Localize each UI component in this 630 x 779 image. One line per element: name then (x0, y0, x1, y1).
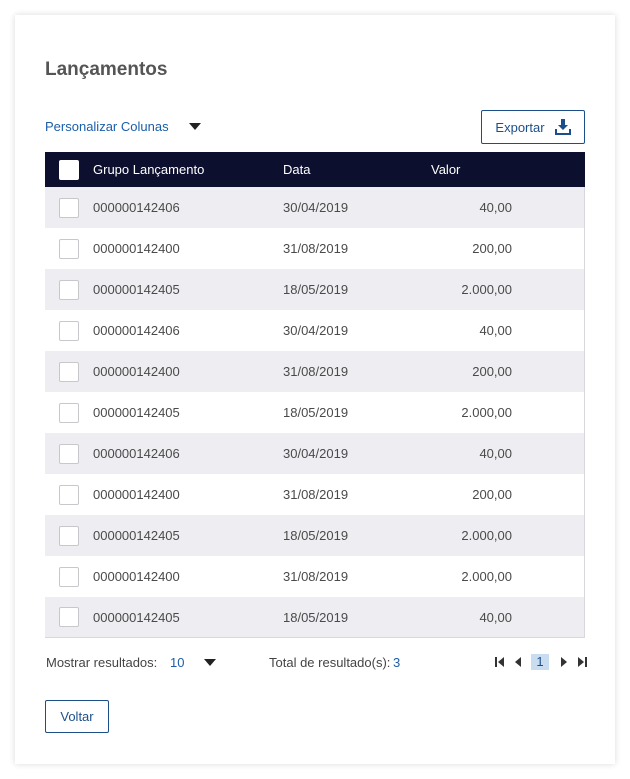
total-results-label: Total de resultado(s): (269, 655, 391, 670)
row-checkbox[interactable] (59, 402, 79, 423)
cell-date: 30/04/2019 (283, 446, 349, 461)
cell-group: 000000142400 (93, 487, 180, 502)
pagination: 1 (495, 654, 595, 670)
cell-date: 18/05/2019 (283, 282, 349, 297)
cell-value: 200,00 (472, 241, 512, 256)
cell-value: 2.000,00 (461, 405, 512, 420)
caret-down-icon (188, 123, 201, 130)
cell-value: 200,00 (472, 364, 512, 379)
row-checkbox[interactable] (59, 279, 79, 300)
cell-group: 000000142406 (93, 200, 180, 215)
cell-group: 000000142406 (93, 446, 180, 461)
total-results-value: 3 (393, 655, 401, 670)
cell-value: 200,00 (472, 487, 512, 502)
cell-date: 30/04/2019 (283, 323, 349, 338)
cell-value: 2.000,00 (461, 569, 512, 584)
table-row[interactable]: 000000142405 18/05/2019 2.000,00 (45, 269, 585, 310)
first-page-icon[interactable] (495, 656, 505, 668)
download-icon (554, 119, 571, 135)
cell-group: 000000142400 (93, 364, 180, 379)
header-date[interactable]: Data (283, 162, 310, 177)
current-page[interactable]: 1 (531, 654, 549, 670)
cell-group: 000000142405 (93, 609, 180, 625)
cell-date: 31/08/2019 (283, 569, 349, 584)
cell-group: 000000142400 (93, 569, 180, 584)
results-per-page-select[interactable]: 10 (170, 655, 184, 670)
cell-group: 000000142405 (93, 405, 180, 420)
table-row[interactable]: 000000142400 31/08/2019 200,00 (45, 228, 585, 269)
chevron-down-icon[interactable] (204, 659, 216, 666)
cell-value: 2.000,00 (461, 282, 512, 297)
table-header: Grupo Lançamento Data Valor (45, 152, 585, 187)
cell-group: 000000142405 (93, 528, 180, 543)
cell-group: 000000142406 (93, 323, 180, 338)
table-row[interactable]: 000000142405 18/05/2019 2.000,00 (45, 392, 585, 433)
page-title: Lançamentos (45, 59, 168, 80)
row-checkbox[interactable] (59, 320, 79, 341)
select-all-checkbox[interactable] (59, 159, 79, 180)
cell-date: 31/08/2019 (283, 241, 349, 256)
row-checkbox[interactable] (59, 197, 79, 218)
show-results-label: Mostrar resultados: (46, 655, 158, 670)
row-checkbox[interactable] (59, 607, 79, 627)
cell-date: 31/08/2019 (283, 364, 349, 379)
row-checkbox[interactable] (59, 484, 79, 505)
cell-value: 2.000,00 (461, 528, 512, 543)
cell-value: 40,00 (479, 609, 512, 625)
cell-date: 18/05/2019 (283, 405, 349, 420)
export-label: Exportar (495, 119, 545, 135)
customize-columns-label: Personalizar Colunas (45, 119, 169, 134)
table-row[interactable]: 000000142406 30/04/2019 40,00 (45, 187, 585, 228)
row-checkbox[interactable] (59, 238, 79, 259)
cell-date: 18/05/2019 (283, 609, 349, 625)
row-checkbox[interactable] (59, 361, 79, 382)
export-button[interactable]: Exportar (481, 110, 585, 144)
table-row[interactable]: 000000142405 18/05/2019 40,00 (45, 597, 585, 638)
cell-date: 31/08/2019 (283, 487, 349, 502)
launches-table: Grupo Lançamento Data Valor 000000142406… (45, 152, 585, 638)
cell-value: 40,00 (479, 323, 512, 338)
cell-date: 30/04/2019 (283, 200, 349, 215)
table-row[interactable]: 000000142406 30/04/2019 40,00 (45, 310, 585, 351)
table-row[interactable]: 000000142400 31/08/2019 2.000,00 (45, 556, 585, 597)
prev-page-icon[interactable] (513, 656, 523, 668)
cell-date: 18/05/2019 (283, 528, 349, 543)
table-row[interactable]: 000000142400 31/08/2019 200,00 (45, 351, 585, 392)
cell-group: 000000142405 (93, 282, 180, 297)
table-row[interactable]: 000000142406 30/04/2019 40,00 (45, 433, 585, 474)
cell-value: 40,00 (479, 446, 512, 461)
cell-group: 000000142400 (93, 241, 180, 256)
row-checkbox[interactable] (59, 525, 79, 546)
row-checkbox[interactable] (59, 566, 79, 587)
table-row[interactable]: 000000142400 31/08/2019 200,00 (45, 474, 585, 515)
launches-card: Lançamentos Personalizar Colunas Exporta… (15, 15, 615, 764)
next-page-icon[interactable] (559, 656, 569, 668)
cell-value: 40,00 (479, 200, 512, 215)
back-button[interactable]: Voltar (45, 700, 109, 733)
header-group[interactable]: Grupo Lançamento (93, 162, 204, 177)
row-checkbox[interactable] (59, 443, 79, 464)
last-page-icon[interactable] (577, 656, 587, 668)
table-footer: Mostrar resultados: 10 Total de resultad… (46, 654, 587, 671)
customize-columns-dropdown[interactable]: Personalizar Colunas (45, 119, 201, 134)
table-row[interactable]: 000000142405 18/05/2019 2.000,00 (45, 515, 585, 556)
table-body: 000000142406 30/04/2019 40,00 000000142400 3… (45, 187, 585, 638)
header-value[interactable]: Valor (431, 162, 460, 177)
